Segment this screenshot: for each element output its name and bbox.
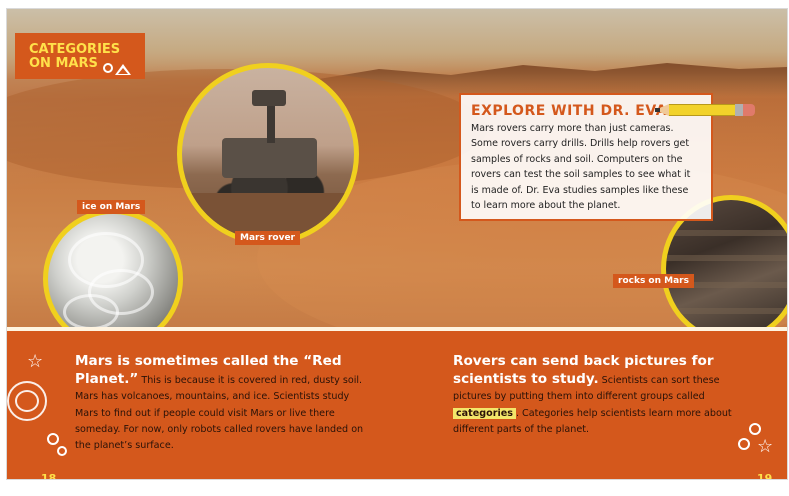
explore-line: rovers can test the soil samples to see … — [471, 169, 691, 181]
ring-icon — [749, 423, 761, 435]
right-paragraph: Rovers can send back pictures for scient… — [453, 353, 743, 438]
mars-rover-photo — [177, 63, 359, 245]
page-number-left: 18 — [41, 472, 57, 480]
ice-photo-label: ice on Mars — [77, 200, 146, 214]
pencil-icon — [655, 104, 755, 116]
left-paragraph: Mars is sometimes called the “Red Planet… — [75, 353, 365, 454]
book-spread: CATEGORIES ON MARS Mars rover ice on Mar… — [6, 8, 788, 480]
ring-icon — [57, 446, 67, 456]
explore-line: to learn more about the planet. — [471, 200, 621, 212]
explore-line: samples of rocks and soil. Computers on … — [471, 153, 683, 165]
explore-line: is made of. Dr. Eva studies samples like… — [471, 184, 689, 196]
ring-icon — [738, 438, 750, 450]
explore-box-text: Mars rovers carry more than just cameras… — [471, 121, 701, 213]
star-icon: ☆ — [757, 436, 774, 457]
page-number-right: 19 — [757, 472, 773, 480]
ring-icon — [47, 433, 59, 445]
explore-line: Mars rovers carry more than just cameras… — [471, 123, 674, 134]
rocks-photo-label: rocks on Mars — [613, 274, 694, 288]
section-tag-line1: CATEGORIES — [29, 42, 121, 57]
circle-shape-icon — [103, 63, 113, 73]
highlighted-word: categories — [453, 407, 516, 419]
explore-line: Some rovers carry drills. Drills help ro… — [471, 138, 690, 150]
star-icon: ☆ — [27, 351, 44, 372]
rover-photo-label: Mars rover — [235, 231, 300, 245]
